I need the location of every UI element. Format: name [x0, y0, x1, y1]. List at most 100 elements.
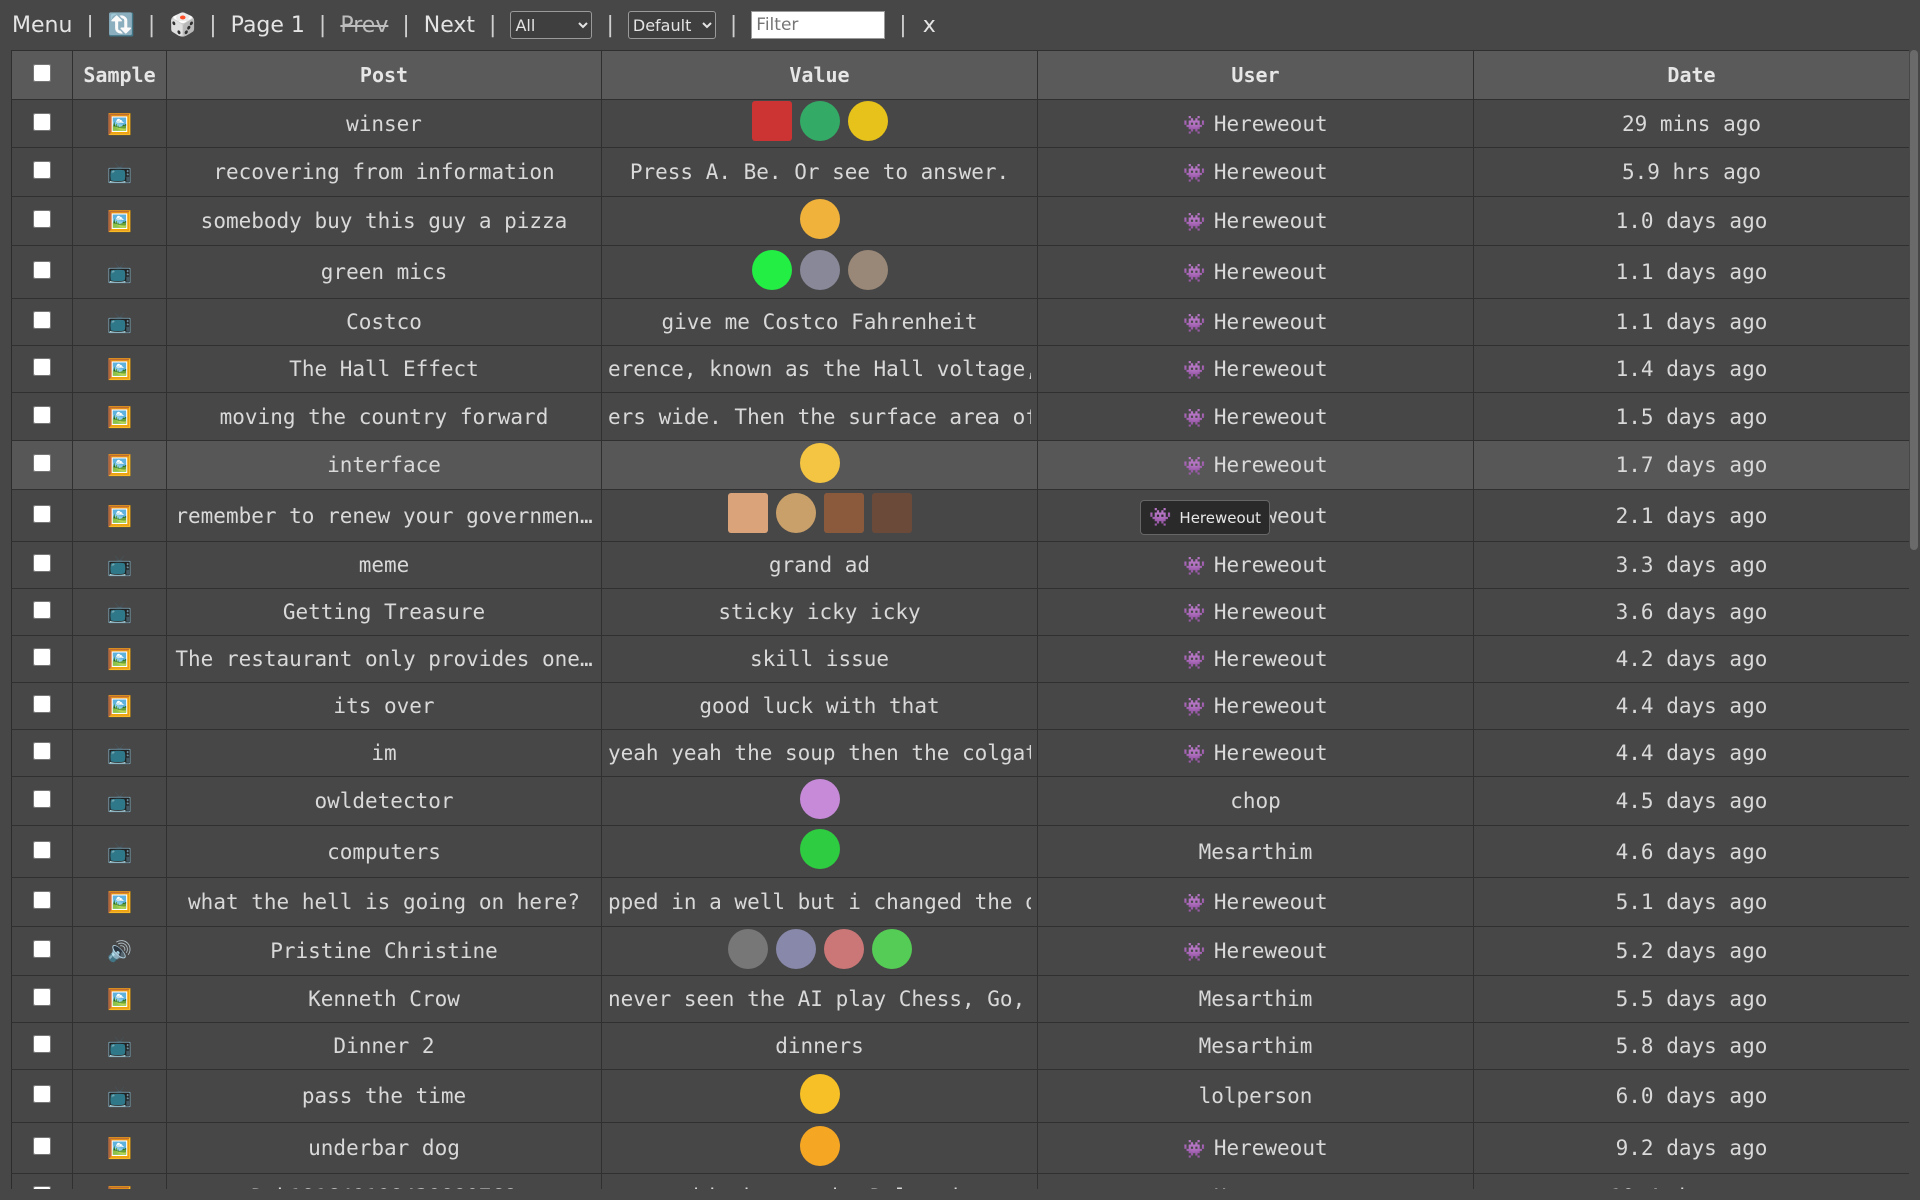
- value-cell[interactable]: give me Costco Fahrenheit: [601, 298, 1038, 346]
- image-icon[interactable]: 🖼️: [107, 694, 132, 718]
- value-cell[interactable]: [601, 825, 1038, 878]
- user-cell[interactable]: 👾 Hereweout: [1037, 196, 1474, 246]
- post-cell[interactable]: meme: [166, 541, 602, 589]
- user-cell[interactable]: 👾 Hereweout: [1037, 345, 1474, 393]
- image-icon[interactable]: 🖼️: [107, 112, 132, 136]
- user-cell[interactable]: 👾 Hereweout: [1037, 877, 1474, 927]
- tv-icon[interactable]: 📺: [107, 260, 132, 284]
- sort-select[interactable]: Default: [627, 11, 716, 39]
- table-row[interactable]: 📺 Getting Treasure sticky icky icky 👾 Herewe…: [11, 588, 1909, 636]
- sample-cell[interactable]: 🖼️: [72, 877, 167, 927]
- prev-button[interactable]: Prev: [340, 13, 388, 38]
- tv-icon[interactable]: 📺: [107, 600, 132, 624]
- user-cell[interactable]: Mesarthim: [1037, 1022, 1474, 1070]
- value-cell[interactable]: yeah yeah the soup then the colgate: [601, 729, 1038, 777]
- user-name[interactable]: Hereweout: [1214, 1185, 1328, 1189]
- table-row[interactable]: 📺 meme grand ad 👾 Hereweout 3.3 days ago: [11, 541, 1909, 589]
- header-user[interactable]: User: [1037, 50, 1474, 100]
- user-name[interactable]: Hereweout: [1214, 600, 1328, 624]
- post-cell[interactable]: Costco: [166, 298, 602, 346]
- value-cell[interactable]: never seen the AI play Chess, Go, (: [601, 975, 1038, 1023]
- user-name[interactable]: Hereweout: [1214, 357, 1328, 381]
- sample-cell[interactable]: 🖼️: [72, 635, 167, 683]
- value-cell[interactable]: skill issue: [601, 635, 1038, 683]
- post-cell[interactable]: underbar dog: [166, 1122, 602, 1174]
- user-cell[interactable]: 👾 Hereweout: [1037, 682, 1474, 730]
- dice-icon[interactable]: 🎲: [169, 13, 196, 38]
- sample-cell[interactable]: 📺: [72, 147, 167, 197]
- sample-cell[interactable]: 📺: [72, 825, 167, 878]
- table-row[interactable]: 🖼️ The Hall Effect erence, known as the Ha…: [11, 345, 1909, 393]
- sample-cell[interactable]: 📺: [72, 1022, 167, 1070]
- user-cell[interactable]: 👾 Hereweout: [1037, 541, 1474, 589]
- user-cell[interactable]: 👾 Hereweout: [1037, 1173, 1474, 1189]
- tv-icon[interactable]: 📺: [107, 840, 132, 864]
- sample-cell[interactable]: 📺: [72, 729, 167, 777]
- post-cell[interactable]: Pristine Christine: [166, 926, 602, 976]
- user-cell[interactable]: 👾 Hereweout: [1037, 926, 1474, 976]
- image-icon[interactable]: 🖼️: [107, 647, 132, 671]
- row-checkbox[interactable]: [33, 648, 51, 666]
- table-row[interactable]: 🖼️ its over good luck with that 👾 Hereweout 4…: [11, 682, 1909, 730]
- header-date[interactable]: Date: [1473, 50, 1909, 100]
- post-cell[interactable]: its over: [166, 682, 602, 730]
- post-cell[interactable]: Dinner 2: [166, 1022, 602, 1070]
- user-name[interactable]: Hereweout: [1214, 310, 1328, 334]
- sample-cell[interactable]: 🖼️: [72, 489, 167, 542]
- post-cell[interactable]: Getting Treasure: [166, 588, 602, 636]
- user-name[interactable]: Mesarthim: [1199, 840, 1313, 864]
- image-icon[interactable]: 🖼️: [107, 987, 132, 1011]
- header-value[interactable]: Value: [601, 50, 1038, 100]
- tv-icon[interactable]: 📺: [107, 1034, 132, 1058]
- sample-cell[interactable]: 📺: [72, 588, 167, 636]
- post-cell[interactable]: Kenneth Crow: [166, 975, 602, 1023]
- table-row[interactable]: 📺 pass the time lolperson 6.0 days ago: [11, 1069, 1909, 1123]
- table-row[interactable]: 📺 green mics 👾 Hereweout 1.1 days ago: [11, 245, 1909, 299]
- user-name[interactable]: Hereweout: [1214, 939, 1328, 963]
- user-name[interactable]: Hereweout: [1214, 112, 1328, 136]
- row-checkbox[interactable]: [33, 940, 51, 958]
- post-cell[interactable]: somebody buy this guy a pizza: [166, 196, 602, 246]
- row-checkbox[interactable]: [33, 210, 51, 228]
- sample-cell[interactable]: 📺: [72, 245, 167, 299]
- sample-cell[interactable]: 🖼️: [72, 682, 167, 730]
- value-cell[interactable]: ers wide. Then the surface area of t: [601, 392, 1038, 441]
- post-cell[interactable]: recovering from information: [166, 147, 602, 197]
- sample-cell[interactable]: 🖼️: [72, 975, 167, 1023]
- user-cell[interactable]: 👾 Hereweout: [1037, 147, 1474, 197]
- row-checkbox[interactable]: [33, 1137, 51, 1155]
- post-cell[interactable]: owldetector: [166, 776, 602, 826]
- image-icon[interactable]: 🖼️: [107, 890, 132, 914]
- row-checkbox[interactable]: [33, 1085, 51, 1103]
- type-select[interactable]: All: [510, 11, 593, 39]
- user-cell[interactable]: 👾 Hereweout: [1037, 440, 1474, 490]
- post-cell[interactable]: remember to renew your governmen…: [166, 489, 602, 542]
- speaker-icon[interactable]: 🔊: [107, 939, 132, 963]
- sample-cell[interactable]: 🖼️: [72, 392, 167, 441]
- image-icon[interactable]: 🖼️: [107, 357, 132, 381]
- value-cell[interactable]: this has to be Deleted: [601, 1173, 1038, 1189]
- sample-cell[interactable]: 📺: [72, 1069, 167, 1123]
- select-all-checkbox[interactable]: [33, 64, 51, 82]
- user-name[interactable]: Hereweout: [1214, 647, 1328, 671]
- scrollbar[interactable]: [1910, 50, 1918, 550]
- table-row[interactable]: 🖼️ somebody buy this guy a pizza 👾 Hereweou…: [11, 196, 1909, 246]
- row-checkbox[interactable]: [33, 1186, 51, 1189]
- row-checkbox[interactable]: [33, 988, 51, 1006]
- sample-cell[interactable]: 📺: [72, 541, 167, 589]
- table-row[interactable]: 🖼️ Dek181649198439880768 this has to be De…: [11, 1173, 1909, 1189]
- user-cell[interactable]: 👾 Hereweout: [1037, 588, 1474, 636]
- user-cell[interactable]: 👾 Hereweout: [1037, 298, 1474, 346]
- clear-filter-button[interactable]: x: [923, 13, 936, 38]
- value-cell[interactable]: good luck with that: [601, 682, 1038, 730]
- row-checkbox[interactable]: [33, 554, 51, 572]
- row-checkbox[interactable]: [33, 840, 51, 859]
- user-name[interactable]: Hereweout: [1214, 405, 1328, 429]
- refresh-icon[interactable]: 🔃: [108, 13, 135, 38]
- value-cell[interactable]: [601, 926, 1038, 976]
- value-cell[interactable]: grand ad: [601, 541, 1038, 589]
- table-row[interactable]: 🖼️ interface 👾 Hereweout 1.7 days ago: [11, 440, 1909, 490]
- value-cell[interactable]: [601, 440, 1038, 490]
- tv-icon[interactable]: 📺: [107, 160, 132, 184]
- row-checkbox[interactable]: [33, 891, 51, 909]
